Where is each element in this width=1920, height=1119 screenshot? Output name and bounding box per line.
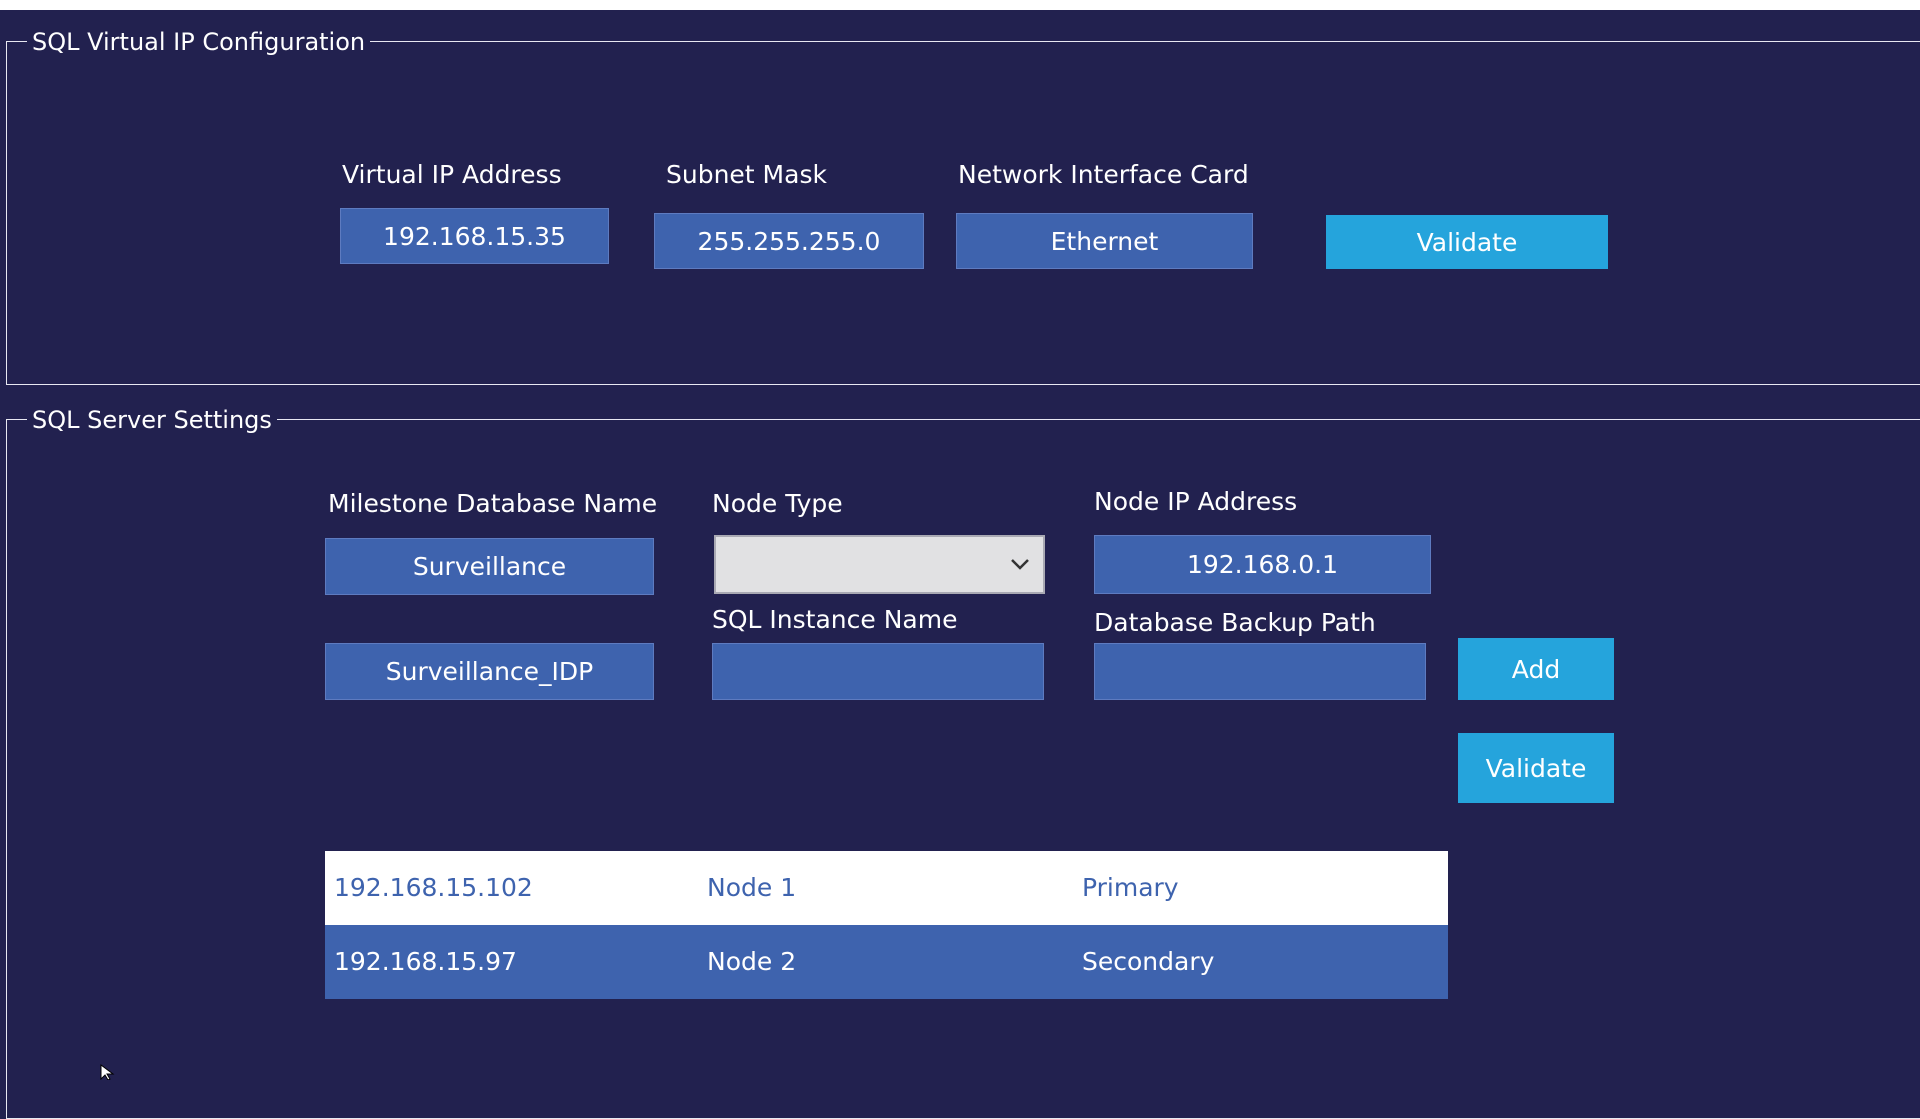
node-role-cell: Primary [1082,873,1179,902]
vip-config-legend: SQL Virtual IP Configuration [27,26,371,58]
node-name-cell: Node 1 [707,873,797,902]
subnet-mask-field[interactable]: 255.255.255.0 [654,213,924,269]
backup-path-field[interactable] [1094,643,1426,700]
list-item[interactable]: 192.168.15.97 Node 2 Secondary [325,925,1448,999]
node-name-cell: Node 2 [707,947,797,976]
node-ip-cell: 192.168.15.102 [334,873,533,902]
mouse-cursor-icon [100,1064,115,1080]
list-item[interactable]: 192.168.15.102 Node 1 Primary [325,851,1448,925]
backup-path-label: Database Backup Path [1094,608,1376,637]
add-button[interactable]: Add [1458,638,1614,700]
sql-instance-label: SQL Instance Name [712,605,958,634]
node-type-label: Node Type [712,489,843,518]
subnet-mask-label: Subnet Mask [666,160,827,189]
vip-validate-button[interactable]: Validate [1326,215,1608,269]
db-name-label: Milestone Database Name [328,489,658,518]
nic-field[interactable]: Ethernet [956,213,1253,269]
db-name-field-idp[interactable]: Surveillance_IDP [325,643,654,700]
chevron-down-icon [1011,559,1029,570]
node-type-dropdown[interactable] [714,535,1045,594]
sql-instance-field[interactable] [712,643,1044,700]
top-border-strip [0,0,1920,10]
db-name-field-primary[interactable]: Surveillance [325,538,654,595]
node-ip-label: Node IP Address [1094,487,1298,516]
sql-settings-panel: SQL Server Settings [6,404,1920,1119]
node-ip-cell: 192.168.15.97 [334,947,517,976]
virtual-ip-field[interactable]: 192.168.15.35 [340,208,609,264]
virtual-ip-label: Virtual IP Address [342,160,562,189]
sql-validate-button[interactable]: Validate [1458,733,1614,803]
nic-label: Network Interface Card [958,160,1249,189]
sql-settings-legend: SQL Server Settings [27,404,277,436]
node-role-cell: Secondary [1082,947,1215,976]
node-ip-field[interactable]: 192.168.0.1 [1094,535,1431,594]
